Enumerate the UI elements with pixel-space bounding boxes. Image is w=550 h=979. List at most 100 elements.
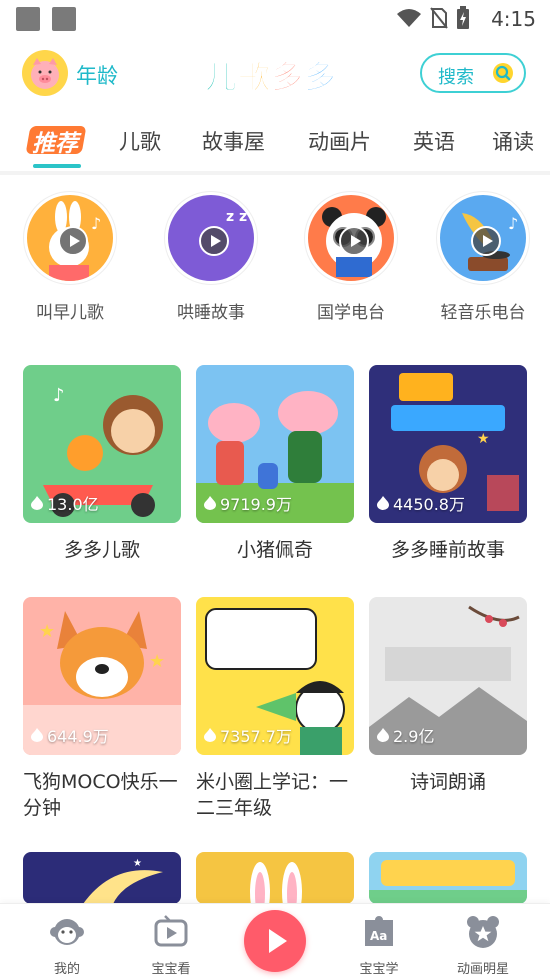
clock: 4:15 bbox=[491, 7, 536, 31]
svg-text:Aa: Aa bbox=[370, 929, 387, 943]
channel-label: 叫早儿歌 bbox=[36, 303, 104, 323]
album-cover: ★ 4450.8万 bbox=[369, 365, 527, 523]
album-cover: 9719.9万 bbox=[196, 365, 354, 523]
album-title: 飞狗MOCO快乐一分钟 bbox=[23, 771, 178, 819]
tab-english[interactable]: 英语 bbox=[413, 126, 455, 156]
nav-label: 宝宝学 bbox=[359, 962, 399, 977]
album-card[interactable]: 2.9亿 诗词朗诵 bbox=[369, 597, 527, 795]
play-count-value: 9719.9万 bbox=[220, 495, 292, 514]
tv-play-icon bbox=[154, 915, 188, 947]
quick-channels: ♪ 叫早儿歌 z z 哄睡故事 国学电台 ♪ 轻音乐电台 bbox=[0, 192, 550, 332]
album-card[interactable]: ♪ 13.0亿 多多儿歌 bbox=[23, 365, 181, 563]
monkey-icon bbox=[50, 919, 84, 945]
divider bbox=[0, 171, 550, 175]
channel-light-music[interactable]: ♪ 轻音乐电台 bbox=[418, 192, 548, 323]
album-title: 诗词朗诵 bbox=[409, 771, 486, 793]
play-count: 644.9万 bbox=[31, 723, 109, 747]
tab-label: 推荐 bbox=[32, 131, 78, 157]
play-count-value: 7357.7万 bbox=[220, 727, 292, 746]
search-label: 搜索 bbox=[438, 67, 474, 88]
channel-cover: ♪ bbox=[24, 192, 116, 284]
album-card[interactable]: ★ bbox=[23, 852, 181, 904]
play-count-value: 644.9万 bbox=[47, 727, 109, 746]
album-card[interactable]: 9719.9万 小猪佩奇 bbox=[196, 365, 354, 563]
album-title: 多多儿歌 bbox=[63, 539, 140, 561]
play-count: 2.9亿 bbox=[377, 723, 434, 747]
flame-icon bbox=[31, 496, 43, 510]
play-icon bbox=[58, 226, 88, 256]
app-logo: 儿歌多多 bbox=[204, 52, 337, 98]
channel-bedtime-stories[interactable]: z z 哄睡故事 bbox=[146, 192, 276, 323]
flame-icon bbox=[377, 728, 389, 742]
channel-label: 哄睡故事 bbox=[177, 303, 245, 323]
album-cover: 2.9亿 bbox=[369, 597, 527, 755]
play-count-value: 13.0亿 bbox=[47, 495, 99, 514]
album-cover: ★ ★ 644.9万 bbox=[23, 597, 181, 755]
app-header: 年龄 儿歌多多 搜索 bbox=[0, 44, 550, 106]
nav-mine[interactable]: 我的 bbox=[32, 914, 102, 977]
album-card[interactable]: 7357.7万 米小圈上学记：一二三年级 bbox=[196, 597, 354, 821]
age-label[interactable]: 年龄 bbox=[76, 60, 118, 90]
album-card[interactable] bbox=[369, 852, 527, 904]
nav-learn[interactable]: Aa 宝宝学 bbox=[344, 914, 414, 977]
album-card[interactable]: ★ 4450.8万 多多睡前故事 bbox=[369, 365, 527, 563]
tab-recitation[interactable]: 诵读 bbox=[492, 126, 534, 156]
play-count: 13.0亿 bbox=[31, 491, 99, 515]
pig-face-icon bbox=[31, 58, 59, 89]
tab-recommend[interactable]: 推荐 bbox=[25, 124, 87, 158]
channel-cover: ♪ bbox=[437, 192, 529, 284]
svg-text:★: ★ bbox=[149, 651, 165, 672]
album-cover: 7357.7万 bbox=[196, 597, 354, 755]
age-avatar[interactable] bbox=[22, 50, 68, 96]
svg-text:★: ★ bbox=[133, 858, 142, 869]
nav-watch[interactable]: 宝宝看 bbox=[136, 914, 206, 977]
bear-star-icon bbox=[467, 916, 499, 948]
svg-text:♪: ♪ bbox=[53, 385, 65, 406]
tab-songs[interactable]: 儿歌 bbox=[119, 126, 161, 156]
album-cover bbox=[196, 852, 354, 904]
album-card[interactable]: ★ ★ 644.9万 飞狗MOCO快乐一分钟 bbox=[23, 597, 181, 821]
channel-classics-radio[interactable]: 国学电台 bbox=[286, 192, 416, 323]
nav-cartoon-stars[interactable]: 动画明星 bbox=[448, 914, 518, 977]
tab-cartoons[interactable]: 动画片 bbox=[308, 126, 371, 156]
bunny-ears-illustration bbox=[250, 862, 302, 904]
logo-char: 多 bbox=[271, 58, 305, 97]
tab-stories[interactable]: 故事屋 bbox=[202, 126, 265, 156]
channel-morning-songs[interactable]: ♪ 叫早儿歌 bbox=[5, 192, 135, 323]
flame-icon bbox=[204, 496, 216, 510]
notification-icon bbox=[52, 7, 76, 31]
logo-char: 歌 bbox=[238, 58, 272, 97]
moon-illustration: ★ bbox=[83, 858, 163, 904]
category-tabs: 推荐 儿歌 故事屋 动画片 英语 诵读 bbox=[0, 118, 550, 172]
play-count-value: 4450.8万 bbox=[393, 495, 465, 514]
nav-label: 我的 bbox=[53, 962, 80, 977]
tab-indicator bbox=[33, 164, 81, 168]
nav-label: 动画明星 bbox=[456, 962, 509, 977]
channel-cover bbox=[305, 192, 397, 284]
notification-icon bbox=[16, 7, 40, 31]
channel-label: 国学电台 bbox=[317, 303, 385, 323]
main-play-button[interactable] bbox=[244, 910, 306, 972]
album-card[interactable] bbox=[196, 852, 354, 904]
battery-icon bbox=[457, 6, 469, 29]
play-icon bbox=[339, 226, 369, 256]
channel-label: 轻音乐电台 bbox=[440, 303, 526, 323]
search-icon bbox=[493, 63, 513, 83]
nav-label: 宝宝看 bbox=[151, 962, 191, 977]
svg-text:z z: z z bbox=[226, 209, 247, 225]
status-icons bbox=[396, 6, 470, 30]
play-icon bbox=[471, 226, 501, 256]
album-title: 多多睡前故事 bbox=[390, 539, 505, 561]
svg-text:★: ★ bbox=[39, 621, 55, 642]
album-title: 米小圈上学记：一二三年级 bbox=[196, 771, 349, 819]
no-sim-icon bbox=[430, 7, 448, 29]
puzzle-abc-icon: Aa bbox=[365, 916, 393, 946]
play-count: 9719.9万 bbox=[204, 491, 292, 515]
svg-text:♪: ♪ bbox=[508, 214, 518, 233]
logo-char: 儿 bbox=[204, 58, 239, 97]
search-button[interactable]: 搜索 bbox=[420, 53, 526, 93]
play-count: 4450.8万 bbox=[377, 491, 465, 515]
pet-shop-illustration bbox=[369, 860, 527, 904]
play-count-value: 2.9亿 bbox=[393, 727, 435, 746]
svg-text:♪: ♪ bbox=[91, 214, 101, 233]
